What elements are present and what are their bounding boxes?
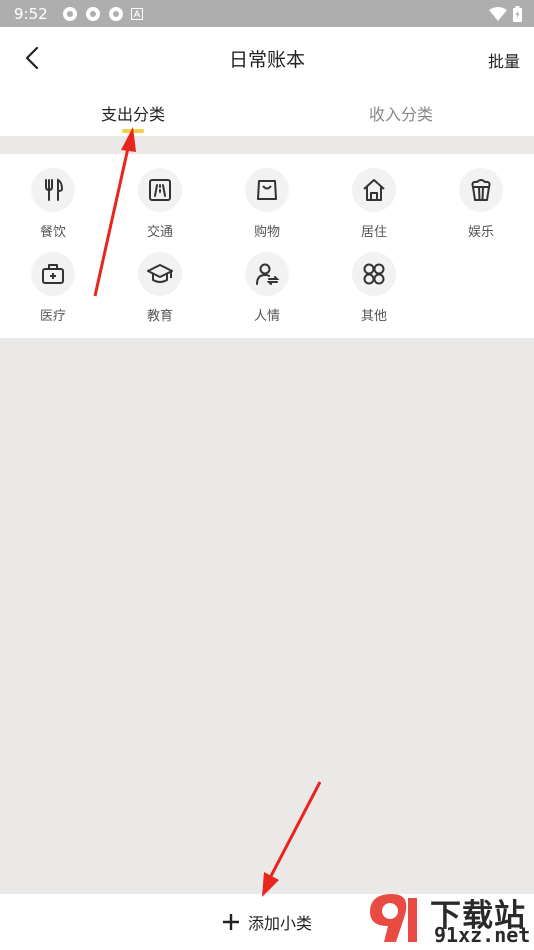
person-exchange-icon [256, 263, 280, 285]
category-label: 其他 [360, 309, 387, 324]
utensils-icon [45, 178, 64, 201]
category-label: 购物 [253, 225, 280, 240]
system-icons [489, 5, 522, 22]
status-time: 9:52 [14, 4, 48, 23]
notification-icons [62, 6, 143, 22]
popcorn-icon [471, 179, 491, 201]
category-label: 交通 [146, 225, 173, 240]
graduation-cap-icon [147, 264, 173, 283]
batch-button[interactable]: 批量 [488, 48, 520, 72]
category-label: 餐饮 [39, 225, 66, 240]
category-label: 医疗 [39, 309, 66, 324]
plus-icon [222, 914, 239, 930]
category-label: 人情 [253, 309, 280, 324]
road-icon [149, 179, 171, 201]
arrow-to-add-button [262, 781, 322, 897]
category-item-shopping[interactable]: 购物 [227, 168, 307, 240]
watermark-9-icon [370, 894, 417, 942]
page-title: 日常账本 [228, 49, 305, 71]
add-subcategory-label: 添加小类 [247, 914, 312, 933]
tab-expense-categories[interactable]: 支出分类 [53, 101, 213, 125]
keyboard-a-icon [130, 7, 143, 20]
app-header: 日常账本 批量 [0, 27, 534, 89]
battery-icon [513, 5, 522, 22]
aperture-icon [85, 6, 100, 21]
status-bar: 9:52 [0, 0, 534, 27]
active-tab-indicator [122, 129, 144, 133]
category-tabs: 支出分类 收入分类 [0, 89, 534, 136]
tab-income-categories[interactable]: 收入分类 [321, 101, 481, 125]
aperture-icon [108, 6, 123, 21]
category-item-education[interactable]: 教育 [120, 252, 200, 324]
four-loops-icon [363, 263, 385, 285]
watermark-url: 91xz.net [434, 923, 531, 947]
section-gap [0, 136, 534, 154]
house-icon [363, 179, 385, 201]
category-item-dining[interactable]: 餐饮 [13, 168, 93, 240]
watermark-logo: 下载站 91xz.net [358, 888, 534, 950]
category-item-transport[interactable]: 交通 [120, 168, 200, 240]
category-item-entertainment[interactable]: 娱乐 [441, 168, 521, 240]
category-item-medical[interactable]: 医疗 [13, 252, 93, 324]
category-grid: 餐饮 交通 购物 居住 娱乐 医疗 教育 人情 其他 [0, 154, 534, 338]
category-item-housing[interactable]: 居住 [334, 168, 414, 240]
wifi-icon [489, 6, 507, 21]
aperture-icon [62, 6, 77, 21]
category-item-other[interactable]: 其他 [334, 252, 414, 324]
medical-kit-icon [42, 264, 64, 284]
shopping-bag-icon [257, 180, 277, 200]
category-label: 居住 [360, 225, 387, 240]
category-item-social[interactable]: 人情 [227, 252, 307, 324]
category-label: 娱乐 [467, 225, 494, 240]
category-label: 教育 [146, 309, 173, 324]
